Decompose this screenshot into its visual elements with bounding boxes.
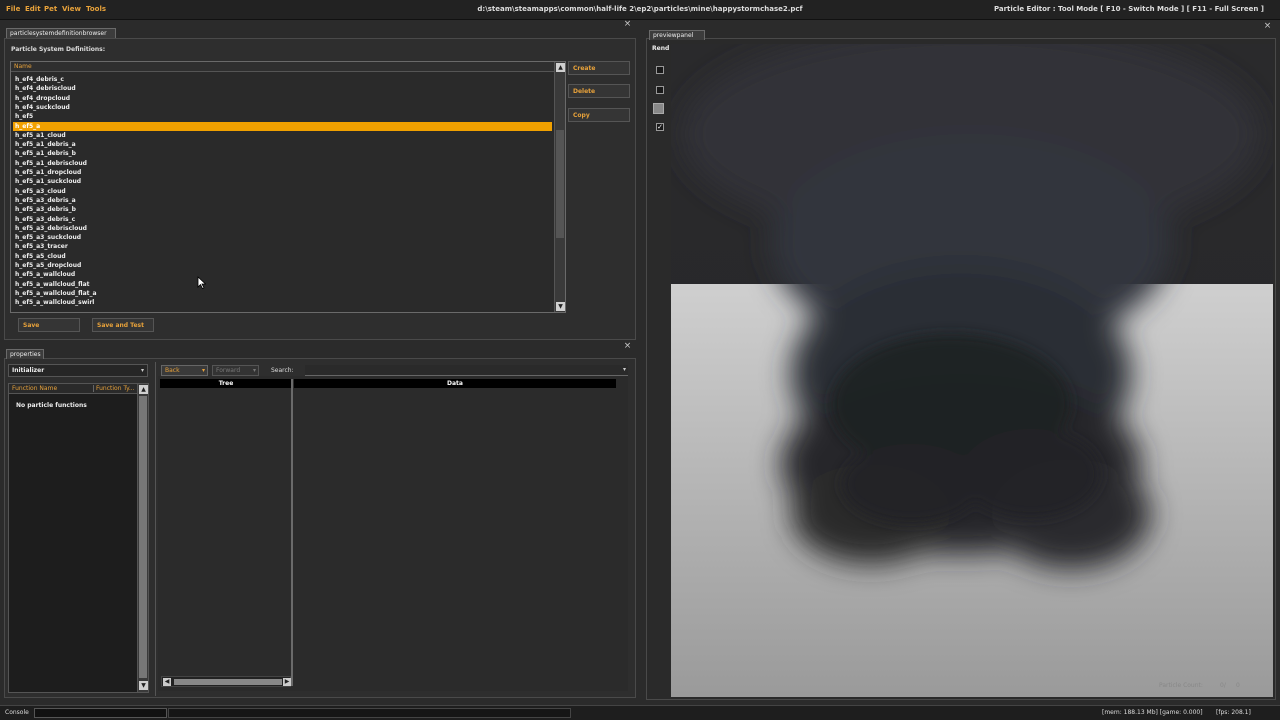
color-swatch[interactable] — [653, 103, 664, 114]
smoke-render — [671, 44, 1273, 697]
list-item[interactable]: h_ef5_a3_suckcloud — [13, 233, 552, 242]
list-item[interactable]: h_ef5_a3_debris_b — [13, 205, 552, 214]
list-item[interactable]: h_ef4_debris_c — [13, 75, 552, 84]
function-list-header: Function Name Function Ty... — [9, 384, 137, 394]
scroll-down-icon[interactable]: ▼ — [556, 302, 565, 311]
memory-status: [mem: 188.13 Mb] [game: 0.000] — [1102, 709, 1203, 716]
mode-indicator: Particle Editor : Tool Mode [ F10 - Swit… — [993, 5, 1264, 13]
mouse-cursor-icon — [197, 276, 206, 289]
browser-heading: Particle System Definitions: — [11, 46, 106, 53]
save-and-test-button[interactable]: Save and Test — [92, 318, 154, 332]
list-item[interactable]: h_ef4_dropcloud — [13, 94, 552, 103]
console-output — [168, 708, 571, 718]
close-icon[interactable]: × — [623, 342, 632, 351]
list-item[interactable]: h_ef5_a_wallcloud_flat — [13, 280, 552, 289]
function-type-select[interactable]: Initializer ▾ — [8, 364, 148, 377]
render-mode-label: Rend — [652, 45, 670, 52]
list-item[interactable]: h_ef5_a1_cloud — [13, 131, 552, 140]
list-item[interactable]: h_ef5_a3_cloud — [13, 187, 552, 196]
list-item[interactable]: h_ef4_suckcloud — [13, 103, 552, 112]
column-header-tree[interactable]: Tree — [160, 379, 292, 388]
tab-particle-browser[interactable]: particlesystemdefinitionbrowser — [6, 28, 116, 38]
list-item[interactable]: h_ef5_a1_debris_a — [13, 140, 552, 149]
menu-bar: File Edit Pet View Tools d:\steam\steama… — [0, 0, 1280, 20]
list-item[interactable]: h_ef5_a1_debriscloud — [13, 159, 552, 168]
list-item[interactable]: h_ef5_a3_debriscloud — [13, 224, 552, 233]
back-button[interactable]: Back ▾ — [161, 365, 208, 376]
delete-button[interactable]: Delete — [568, 84, 630, 98]
save-button[interactable]: Save — [18, 318, 80, 332]
toggle-checkbox-1[interactable] — [656, 66, 664, 74]
element-tree-view[interactable]: Tree Data ◀ ▶ — [158, 376, 628, 691]
list-item[interactable]: h_ef5_a_wallcloud_swirl — [13, 298, 552, 307]
close-icon[interactable]: × — [1263, 22, 1272, 31]
create-button[interactable]: Create — [568, 61, 630, 75]
particle-count-value: 0/ — [1220, 682, 1226, 689]
back-label: Back — [165, 367, 180, 374]
search-label: Search: — [271, 367, 294, 374]
list-item-selected[interactable]: h_ef5_a — [13, 121, 552, 131]
tab-properties[interactable]: properties — [6, 349, 44, 359]
list-item[interactable]: h_ef5 — [13, 112, 552, 121]
console-label[interactable]: Console — [5, 709, 29, 716]
tree-hscrollbar[interactable]: ◀ ▶ — [161, 676, 291, 687]
scroll-thumb[interactable] — [139, 396, 147, 678]
scroll-up-icon[interactable]: ▲ — [139, 385, 148, 394]
forward-button[interactable]: Forward ▾ — [212, 365, 259, 376]
list-scrollbar[interactable]: ▲ ▼ — [554, 62, 565, 312]
particle-preview-viewport[interactable]: Particle Count: 0/ 0 — [671, 44, 1273, 697]
close-icon[interactable]: × — [623, 20, 632, 29]
list-item[interactable]: h_ef5_a1_debris_b — [13, 149, 552, 158]
status-bar: Console [mem: 188.13 Mb] [game: 0.000] [… — [0, 705, 1280, 720]
scroll-thumb[interactable] — [174, 679, 282, 685]
toggle-checkbox-checked[interactable]: ✓ — [656, 123, 664, 131]
scroll-left-icon[interactable]: ◀ — [163, 678, 171, 686]
toggle-checkbox-2[interactable] — [656, 86, 664, 94]
chevron-down-icon: ▾ — [622, 366, 626, 373]
chevron-down-icon: ▾ — [252, 367, 256, 374]
particle-definition-list[interactable]: Name h_ef4_debris_c h_ef4_debriscloud h_ef… — [10, 61, 566, 313]
search-input[interactable]: ▾ — [305, 365, 628, 376]
particle-count-max: 0 — [1236, 682, 1240, 689]
particle-count-label: Particle Count: — [1159, 682, 1203, 689]
list-item[interactable]: h_ef4_debriscloud — [13, 84, 552, 93]
list-item[interactable]: h_ef5_a5_dropcloud — [13, 261, 552, 270]
function-list[interactable]: Function Name Function Ty... No particle… — [8, 383, 149, 693]
chevron-down-icon: ▾ — [140, 367, 144, 374]
fps-status: [fps: 208.1] — [1216, 709, 1251, 716]
function-type-value: Initializer — [12, 367, 45, 374]
function-list-scrollbar[interactable]: ▲ ▼ — [137, 384, 148, 692]
column-header-data[interactable]: Data — [294, 379, 616, 388]
list-item[interactable]: h_ef5_a1_dropcloud — [13, 168, 552, 177]
forward-label: Forward — [216, 367, 241, 374]
scroll-right-icon[interactable]: ▶ — [283, 678, 291, 686]
list-item[interactable]: h_ef5_a_wallcloud — [13, 270, 552, 279]
scroll-thumb[interactable] — [556, 130, 564, 238]
console-input[interactable] — [34, 708, 167, 718]
copy-button[interactable]: Copy — [568, 108, 630, 122]
list-item[interactable]: h_ef5_a_wallcloud_flat_a — [13, 289, 552, 298]
column-divider[interactable] — [291, 379, 293, 686]
list-item[interactable]: h_ef5_a5_cloud — [13, 252, 552, 261]
column-header-function-name[interactable]: Function Name — [12, 385, 57, 392]
column-header-function-type[interactable]: Function Ty... — [93, 385, 135, 392]
list-item[interactable]: h_ef5_a1_suckcloud — [13, 177, 552, 186]
scroll-down-icon[interactable]: ▼ — [139, 681, 148, 690]
chevron-down-icon: ▾ — [201, 367, 205, 374]
splitter[interactable] — [155, 362, 156, 696]
empty-functions-text: No particle functions — [16, 402, 87, 409]
scroll-up-icon[interactable]: ▲ — [556, 63, 565, 72]
column-header-name[interactable]: Name — [11, 62, 554, 72]
list-item[interactable]: h_ef5_a3_tracer — [13, 242, 552, 251]
tab-preview-panel[interactable]: previewpanel — [649, 30, 705, 40]
list-item[interactable]: h_ef5_a3_debris_a — [13, 196, 552, 205]
list-item[interactable]: h_ef5_a3_debris_c — [13, 215, 552, 224]
